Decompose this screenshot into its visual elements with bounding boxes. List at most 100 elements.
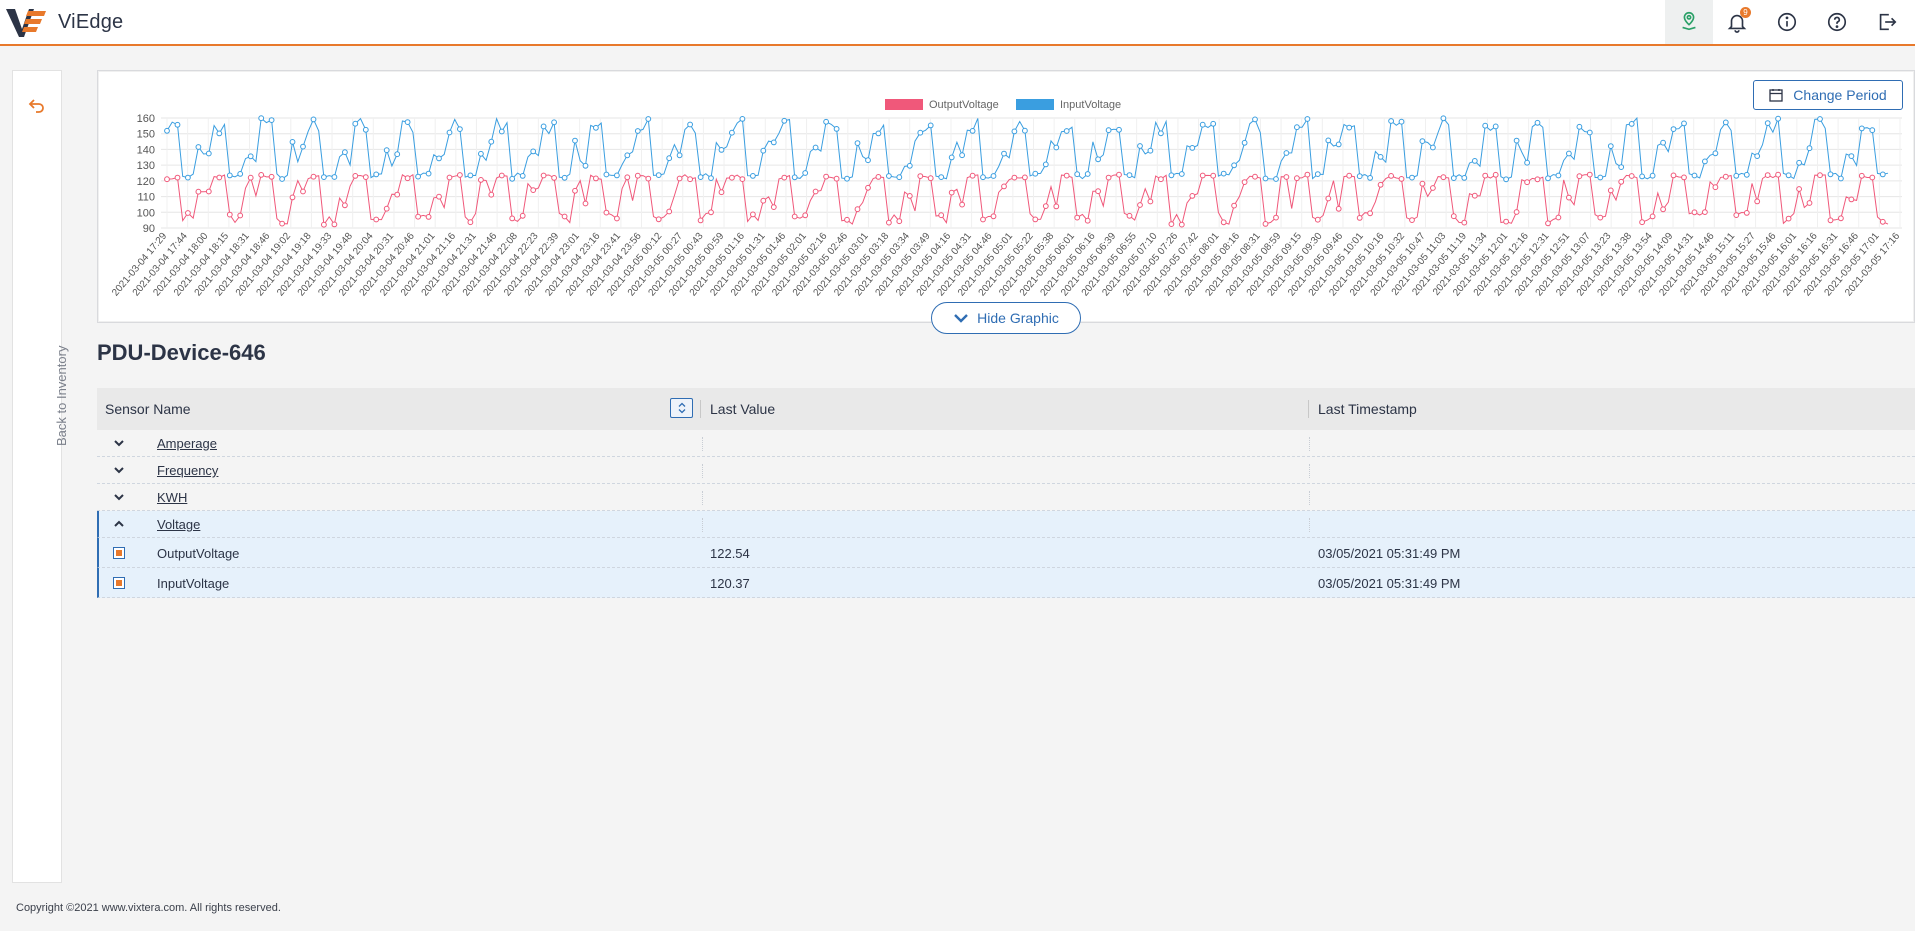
data-point bbox=[927, 122, 934, 129]
data-point bbox=[1105, 174, 1112, 181]
data-point bbox=[1199, 121, 1206, 128]
data-point bbox=[425, 214, 432, 220]
sensor-row[interactable]: OutputVoltage 122.54 03/05/2021 05:31:49… bbox=[97, 538, 1915, 568]
data-point bbox=[226, 211, 233, 218]
data-point bbox=[1189, 193, 1196, 199]
data-point bbox=[1566, 150, 1572, 157]
data-point bbox=[446, 174, 453, 181]
data-point bbox=[1398, 176, 1405, 182]
data-point bbox=[812, 188, 819, 195]
data-point bbox=[1775, 115, 1781, 122]
app-brand[interactable]: ViEdge bbox=[58, 11, 123, 34]
chevron-up-icon[interactable] bbox=[113, 519, 125, 529]
back-arrow-icon[interactable] bbox=[27, 95, 47, 115]
sensor-group-link[interactable]: Voltage bbox=[157, 517, 200, 532]
data-point bbox=[1796, 159, 1802, 166]
data-point bbox=[226, 172, 233, 179]
data-point bbox=[1294, 124, 1300, 131]
column-separator bbox=[702, 437, 703, 451]
data-point bbox=[844, 175, 850, 182]
data-point bbox=[519, 212, 526, 219]
data-point bbox=[1042, 203, 1049, 210]
sensor-group-row[interactable]: KWH bbox=[97, 484, 1915, 511]
data-point bbox=[1168, 172, 1175, 179]
chevron-down-icon[interactable] bbox=[113, 438, 125, 448]
data-point bbox=[457, 172, 463, 178]
chevron-down-icon[interactable] bbox=[113, 492, 125, 502]
data-point bbox=[174, 121, 181, 128]
data-point bbox=[1220, 170, 1227, 177]
change-period-button[interactable]: Change Period bbox=[1753, 80, 1903, 110]
data-point bbox=[509, 215, 516, 222]
data-point bbox=[1555, 172, 1562, 179]
data-point bbox=[1639, 173, 1645, 180]
data-point bbox=[593, 175, 599, 182]
data-point bbox=[321, 221, 327, 228]
info-button[interactable] bbox=[1763, 0, 1811, 44]
vixtera-logo-icon[interactable] bbox=[6, 5, 46, 39]
data-point bbox=[1273, 214, 1279, 221]
data-point bbox=[415, 173, 422, 180]
data-point bbox=[969, 128, 976, 134]
data-point bbox=[1858, 125, 1865, 132]
data-point bbox=[1335, 141, 1342, 148]
data-point bbox=[1063, 172, 1070, 179]
notifications-button[interactable]: 9 bbox=[1713, 0, 1761, 44]
data-point bbox=[425, 170, 432, 177]
y-tick-label: 100 bbox=[137, 207, 155, 219]
data-point bbox=[289, 194, 296, 201]
data-point bbox=[959, 152, 965, 159]
data-point bbox=[1492, 171, 1499, 178]
sensor-group-row[interactable]: Frequency bbox=[97, 457, 1915, 484]
data-point bbox=[1147, 198, 1154, 205]
data-point bbox=[1074, 214, 1081, 221]
help-button[interactable] bbox=[1813, 0, 1861, 44]
data-point bbox=[1095, 156, 1101, 163]
chevron-down-icon[interactable] bbox=[113, 465, 125, 475]
data-point bbox=[1796, 186, 1802, 192]
data-point bbox=[1210, 172, 1217, 179]
sensor-group-link[interactable]: Frequency bbox=[157, 463, 218, 478]
data-point bbox=[1775, 171, 1781, 178]
data-point bbox=[1178, 221, 1185, 228]
data-point bbox=[551, 119, 558, 126]
sensor-group-link[interactable]: KWH bbox=[157, 490, 187, 505]
data-point bbox=[948, 154, 955, 161]
data-point bbox=[1116, 171, 1122, 178]
sort-icon bbox=[678, 402, 685, 414]
sensor-group-row-expanded[interactable]: Voltage bbox=[97, 511, 1915, 538]
logout-icon bbox=[1879, 13, 1897, 31]
data-point bbox=[812, 144, 819, 151]
map-pin-button[interactable] bbox=[1665, 0, 1713, 44]
data-point bbox=[739, 176, 746, 182]
data-point bbox=[279, 220, 286, 227]
data-point bbox=[488, 191, 495, 198]
column-separator bbox=[702, 491, 703, 505]
data-point bbox=[436, 193, 442, 200]
sensor-checkbox[interactable] bbox=[113, 577, 125, 589]
data-point bbox=[1503, 218, 1509, 225]
data-point bbox=[1806, 145, 1813, 152]
hide-graphic-button[interactable]: Hide Graphic bbox=[931, 302, 1081, 334]
sort-button[interactable] bbox=[670, 398, 693, 418]
data-point bbox=[415, 213, 422, 220]
device-title: PDU-Device-646 bbox=[97, 340, 266, 365]
data-point bbox=[1597, 174, 1604, 181]
data-point bbox=[1084, 171, 1091, 177]
sensor-group-link[interactable]: Amperage bbox=[157, 436, 217, 451]
data-point bbox=[352, 120, 359, 127]
data-point bbox=[362, 126, 369, 133]
sensor-row[interactable]: InputVoltage 120.37 03/05/2021 05:31:49 … bbox=[97, 568, 1915, 598]
sensor-last-value: 120.37 bbox=[710, 576, 750, 591]
sensor-checkbox[interactable] bbox=[113, 547, 125, 559]
sensor-group-row[interactable]: Amperage bbox=[97, 430, 1915, 457]
data-point bbox=[760, 147, 767, 154]
data-point bbox=[1660, 139, 1666, 146]
data-point bbox=[990, 173, 997, 179]
back-to-inventory-link[interactable]: Back to Inventory bbox=[28, 311, 69, 446]
data-point bbox=[1001, 150, 1007, 157]
info-icon bbox=[1777, 12, 1797, 32]
data-point bbox=[1032, 216, 1039, 223]
logout-button[interactable] bbox=[1863, 0, 1911, 44]
data-point bbox=[1670, 126, 1677, 132]
